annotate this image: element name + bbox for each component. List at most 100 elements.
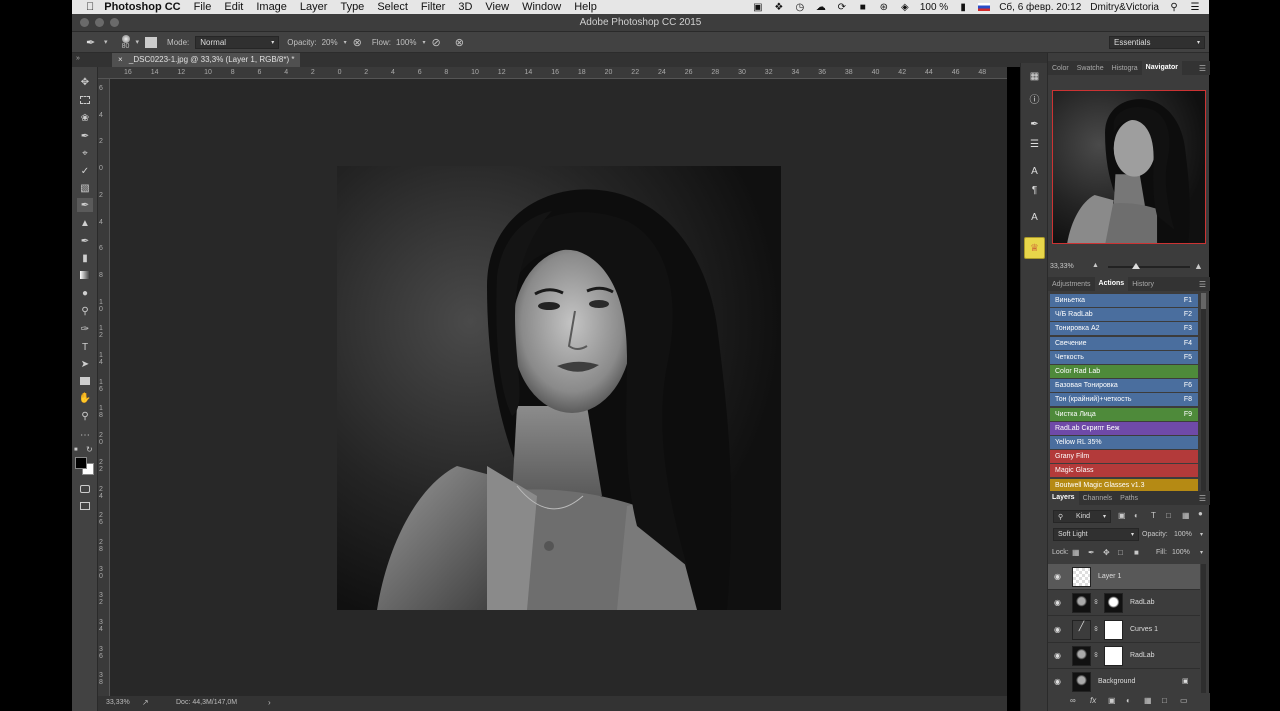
tab-actions[interactable]: Actions	[1094, 277, 1129, 291]
canvas-area[interactable]	[110, 79, 1007, 696]
screen-mode-icon[interactable]	[77, 499, 93, 513]
tab-adjustments[interactable]: Adjustments	[1048, 281, 1095, 288]
battery-percent[interactable]: 100 %	[920, 2, 948, 13]
collapse-toolbar-icon[interactable]: »	[76, 55, 80, 62]
chevron-down-icon[interactable]: ▾	[344, 39, 347, 46]
gradient-tool-icon[interactable]	[77, 268, 93, 282]
action-item[interactable]: Базовая Тонировка F6	[1050, 379, 1198, 393]
layer-row[interactable]: ◉ ∞ RadLab	[1048, 643, 1200, 669]
lock-all-icon[interactable]: ■	[1134, 548, 1139, 557]
wifi-icon[interactable]: ◈	[899, 2, 911, 13]
menu-window[interactable]: Window	[522, 1, 561, 13]
zoom-in-icon[interactable]: ▲	[1194, 261, 1203, 271]
character-icon[interactable]: A	[1027, 164, 1042, 178]
properties-icon[interactable]: ☰	[1027, 137, 1042, 151]
info-icon[interactable]: ⓘ	[1027, 91, 1042, 106]
action-item[interactable]: Свечение F4	[1050, 336, 1198, 350]
foreground-color-swatch[interactable]	[75, 457, 87, 469]
action-item[interactable]: Четкость F5	[1050, 350, 1198, 364]
action-item[interactable]: Color Rad Lab	[1050, 365, 1198, 378]
glyphs-icon[interactable]: A	[1027, 210, 1042, 224]
panel-menu-icon[interactable]: ☰	[1199, 494, 1206, 503]
navigator-thumbnail[interactable]	[1052, 90, 1206, 244]
layer-style-icon[interactable]: fx	[1090, 696, 1096, 705]
layer-mask-thumbnail[interactable]	[1104, 645, 1123, 666]
action-item[interactable]: Тон (крайний)+четкость F8	[1050, 393, 1198, 407]
blur-tool-icon[interactable]: ●	[77, 286, 93, 300]
action-item[interactable]: RadLab Скрипт Беж	[1050, 421, 1198, 435]
layer-row[interactable]: ◉ ╱ ∞ Curves 1	[1048, 617, 1200, 643]
clone-stamp-tool-icon[interactable]: ▲	[77, 216, 93, 230]
dropbox-icon[interactable]: ❖	[773, 2, 785, 13]
tab-channels[interactable]: Channels	[1079, 495, 1117, 502]
chevron-down-icon[interactable]: ▾	[1200, 531, 1203, 538]
display-icon[interactable]: ■	[857, 2, 869, 13]
add-mask-icon[interactable]: ▣	[1108, 696, 1116, 705]
zoom-slider[interactable]	[1108, 263, 1190, 269]
layer-row[interactable]: ◉ ∞ RadLab	[1048, 590, 1200, 617]
lock-pixels-icon[interactable]: ✒	[1088, 548, 1095, 557]
visibility-eye-icon[interactable]: ◉	[1054, 625, 1061, 634]
tab-histogram[interactable]: Histogra	[1108, 65, 1142, 72]
quick-mask-icon[interactable]	[77, 482, 93, 496]
chevron-down-icon[interactable]: ▾	[422, 39, 425, 46]
visibility-eye-icon[interactable]: ◉	[1054, 651, 1061, 660]
healing-brush-tool-icon[interactable]: ▧	[77, 181, 93, 195]
blend-mode-select[interactable]: Soft Light ▾	[1053, 528, 1139, 541]
action-item[interactable]: Magic Glass	[1050, 464, 1198, 478]
camera-icon[interactable]: ▣	[752, 2, 764, 13]
brush-presets-icon[interactable]: ✒	[1027, 117, 1042, 131]
apple-icon[interactable]: 	[86, 1, 94, 13]
workspace-select[interactable]: Essentials ▾	[1109, 36, 1205, 49]
rectangle-tool-icon[interactable]	[77, 374, 93, 388]
tab-layers[interactable]: Layers	[1048, 491, 1079, 505]
lasso-tool-icon[interactable]: ❀	[77, 111, 93, 125]
menu-filter[interactable]: Filter	[421, 1, 445, 13]
zoom-out-icon[interactable]: ▲	[1092, 262, 1099, 269]
filter-smart-object-icon[interactable]: ▦	[1182, 511, 1190, 520]
lock-position-icon[interactable]: ✥	[1103, 548, 1110, 557]
layers-scrollbar[interactable]	[1201, 564, 1206, 697]
tab-navigator[interactable]: Navigator	[1141, 61, 1182, 75]
tab-close-icon[interactable]: ×	[118, 55, 123, 64]
layer-row[interactable]: ◉ Background ▣	[1048, 669, 1200, 696]
quick-selection-tool-icon[interactable]: ✒	[77, 129, 93, 143]
opacity-value[interactable]: 20%	[322, 38, 338, 47]
layer-row[interactable]: ◉ Layer 1	[1048, 564, 1200, 590]
panel-menu-icon[interactable]: ☰	[1199, 280, 1206, 289]
mask-link-icon[interactable]: ∞	[1092, 599, 1099, 604]
menu-type[interactable]: Type	[340, 1, 364, 13]
tab-history[interactable]: History	[1128, 281, 1158, 288]
sync-icon[interactable]: ⟳	[836, 2, 848, 13]
history-brush-tool-icon[interactable]: ✒	[77, 234, 93, 248]
layer-opacity-value[interactable]: 100%	[1174, 531, 1192, 538]
pressure-size-icon[interactable]: ⊗	[455, 36, 464, 49]
mode-select[interactable]: Normal ▾	[195, 35, 280, 49]
mask-link-icon[interactable]: ∞	[1092, 652, 1099, 657]
bluetooth-icon[interactable]: ⊛	[878, 2, 890, 13]
panel-menu-icon[interactable]: ☰	[1199, 64, 1206, 73]
chevron-right-icon[interactable]: ›	[268, 698, 271, 707]
menu-3d[interactable]: 3D	[458, 1, 472, 13]
tab-paths[interactable]: Paths	[1116, 495, 1142, 502]
flag-icon[interactable]	[978, 3, 991, 11]
mask-link-icon[interactable]: ∞	[1092, 626, 1099, 631]
link-layers-icon[interactable]: ∞	[1070, 696, 1076, 705]
clock-icon[interactable]: ◷	[794, 2, 806, 13]
visibility-eye-icon[interactable]: ◉	[1054, 572, 1061, 581]
tab-color[interactable]: Color	[1048, 65, 1073, 72]
action-item[interactable]: Ч/Б RadLab F2	[1050, 308, 1198, 322]
tab-swatches[interactable]: Swatche	[1073, 65, 1108, 72]
flow-value[interactable]: 100%	[396, 38, 416, 47]
swap-colors-icon[interactable]: ↻	[86, 445, 93, 454]
document-photo[interactable]	[337, 166, 781, 610]
new-adjustment-layer-icon[interactable]: ◐	[1126, 696, 1131, 705]
paragraph-icon[interactable]: ¶	[1027, 183, 1042, 197]
filter-toggle-icon[interactable]: ●	[1198, 509, 1203, 518]
datetime[interactable]: Сб, 6 февр. 20:12	[999, 2, 1081, 13]
action-item[interactable]: Виньетка F1	[1050, 294, 1198, 307]
action-item[interactable]: Grany Film	[1050, 450, 1198, 464]
menu-file[interactable]: File	[194, 1, 212, 13]
layer-mask-thumbnail[interactable]	[1104, 619, 1123, 640]
actions-scrollbar[interactable]	[1201, 293, 1206, 491]
